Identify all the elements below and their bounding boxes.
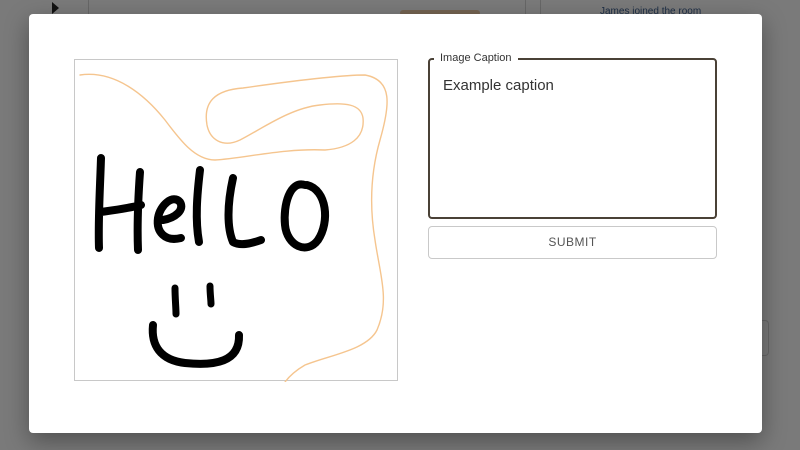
guide-stroke [79,73,388,382]
letter-e-stroke [153,195,186,243]
letter-h-stroke [94,154,145,254]
submit-button[interactable]: SUBMIT [428,226,717,259]
caption-input[interactable] [443,74,703,204]
letter-o-stroke [280,180,329,252]
caption-dialog: Image Caption SUBMIT [29,14,762,433]
smiley-eye-stroke [206,282,215,308]
letter-l2-stroke [224,174,265,249]
smiley-eye-stroke [171,284,180,318]
smiley-mouth-stroke [148,321,244,368]
letter-l-stroke [192,166,204,246]
drawing-strokes [79,73,388,382]
drawing-canvas[interactable] [74,59,398,382]
caption-label: Image Caption [434,52,518,65]
